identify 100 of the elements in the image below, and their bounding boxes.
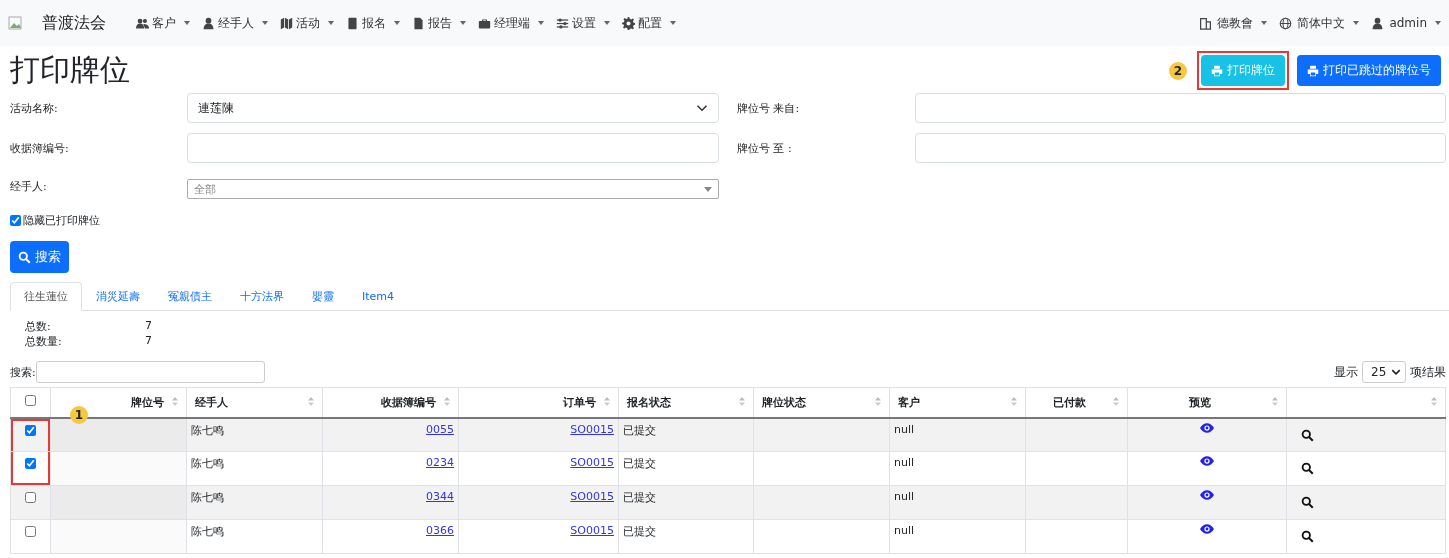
- sort-icon: [172, 397, 178, 406]
- column-header[interactable]: 客户: [889, 387, 1026, 418]
- broken-image-icon: [8, 16, 22, 30]
- person-icon: [1371, 16, 1385, 30]
- table-cell: 已提交: [623, 491, 656, 504]
- chevron-down-icon: [1391, 367, 1401, 377]
- table-cell: null: [894, 456, 915, 469]
- tab[interactable]: 嬰靈: [298, 282, 348, 311]
- column-header[interactable]: [1286, 387, 1446, 418]
- table-link[interactable]: 0366: [426, 524, 454, 537]
- search-icon[interactable]: [1301, 462, 1314, 475]
- page-size-label: 显示: [1334, 363, 1358, 381]
- document-icon: [412, 16, 425, 30]
- tab[interactable]: Item4: [348, 282, 409, 311]
- page-size-select[interactable]: 25: [1362, 361, 1406, 383]
- input-field[interactable]: [915, 133, 1446, 163]
- field-label: 牌位号 至 :: [737, 140, 793, 156]
- nav-menu[interactable]: 客户: [136, 14, 190, 32]
- eye-icon[interactable]: [1200, 422, 1214, 433]
- checkbox-label[interactable]: 隐藏已打印牌位: [23, 213, 100, 228]
- nav-menu[interactable]: 德教會: [1199, 14, 1268, 32]
- column-header[interactable]: 报名状态: [618, 387, 754, 418]
- print-button[interactable]: 打印已跳过的牌位号: [1297, 55, 1441, 86]
- select-field[interactable]: 連莲陳: [187, 93, 719, 123]
- search-field[interactable]: [35, 361, 265, 383]
- row-checkbox[interactable]: [25, 492, 36, 503]
- eye-icon[interactable]: [1200, 490, 1214, 500]
- eye-icon[interactable]: [1200, 524, 1214, 534]
- nav-menu[interactable]: 简体中文: [1279, 14, 1360, 32]
- table-cell: 陈七鸣: [191, 491, 224, 504]
- table-cell: 陈七鸣: [191, 457, 224, 470]
- sort-icon: [1011, 397, 1017, 406]
- printer-icon: [1211, 64, 1223, 77]
- table-cell: 已提交: [623, 457, 656, 470]
- row-checkbox[interactable]: [25, 424, 36, 436]
- field-label: 收据簿编号:: [10, 140, 70, 156]
- total-label: 总数量:: [25, 334, 63, 349]
- nav-menu[interactable]: admin: [1371, 16, 1441, 30]
- tab[interactable]: 往生蓮位: [10, 282, 82, 311]
- column-header[interactable]: 收据簿编号: [322, 387, 459, 418]
- table-link[interactable]: 0344: [426, 490, 454, 503]
- table-cell: 已提交: [623, 423, 656, 437]
- column-header[interactable]: 订单号: [458, 387, 619, 418]
- search-icon[interactable]: [1301, 428, 1314, 442]
- sort-icon: [875, 397, 881, 406]
- sort-icon: [1272, 397, 1278, 406]
- book-icon: [346, 16, 359, 30]
- row-checkbox[interactable]: [25, 526, 36, 537]
- building-icon: [1199, 16, 1213, 30]
- people-icon: [136, 16, 149, 30]
- column-header[interactable]: 经手人: [186, 387, 323, 418]
- field-label: 牌位号 来自:: [737, 100, 801, 116]
- table-link[interactable]: 0055: [426, 422, 454, 436]
- row-checkbox[interactable]: [25, 458, 36, 469]
- eye-icon[interactable]: [1200, 456, 1214, 466]
- total-value: 7: [145, 319, 152, 334]
- table-cell: null: [894, 524, 915, 537]
- printer-icon: [1307, 64, 1319, 77]
- search-button[interactable]: 搜索: [10, 241, 69, 273]
- table-cell: 陈七鸣: [191, 525, 224, 538]
- sliders-icon: [556, 16, 569, 30]
- callout-badge: 2: [1169, 61, 1187, 80]
- nav-menu[interactable]: 报告: [412, 14, 466, 32]
- nav-menu[interactable]: 活动: [280, 14, 334, 32]
- hide-printed-checkbox[interactable]: [10, 215, 21, 226]
- sort-icon: [604, 397, 610, 406]
- tab[interactable]: 十方法界: [226, 282, 298, 311]
- page-size-label: 项结果: [1410, 363, 1446, 381]
- search-icon[interactable]: [1301, 496, 1314, 509]
- table-cell: 陈七鸣: [191, 423, 224, 437]
- input-field[interactable]: [187, 133, 719, 163]
- select-all-checkbox[interactable]: [25, 395, 36, 407]
- table-link[interactable]: SO0015: [570, 524, 614, 537]
- nav-menu[interactable]: 报名: [346, 14, 400, 32]
- tab[interactable]: 消災延壽: [82, 282, 154, 311]
- sort-icon: [739, 397, 745, 406]
- total-value: 7: [145, 334, 152, 349]
- select-field[interactable]: 全部: [187, 179, 719, 199]
- gear-icon: [622, 16, 635, 30]
- page-title: 打印牌位: [10, 51, 130, 89]
- nav-menu[interactable]: 设置: [556, 14, 610, 32]
- field-label: 活动名称:: [10, 100, 59, 116]
- column-header[interactable]: 已付款: [1025, 387, 1128, 418]
- nav-menu[interactable]: 经手人: [202, 14, 268, 32]
- table-link[interactable]: SO0015: [570, 490, 614, 503]
- field-label: 经手人:: [10, 178, 48, 194]
- brand-name[interactable]: 普渡法会: [42, 12, 106, 34]
- briefcase-icon: [478, 16, 491, 30]
- column-header[interactable]: 牌位状态: [753, 387, 890, 418]
- table-link[interactable]: SO0015: [570, 422, 614, 436]
- search-icon[interactable]: [1301, 530, 1314, 543]
- table-link[interactable]: SO0015: [570, 456, 614, 469]
- nav-menu[interactable]: 经理端: [478, 14, 544, 32]
- column-header[interactable]: 预览: [1127, 387, 1287, 418]
- tab[interactable]: 冤親債主: [154, 282, 226, 311]
- callout-badge: 1: [70, 406, 88, 424]
- input-field[interactable]: [915, 93, 1446, 123]
- table-cell: null: [894, 422, 915, 436]
- nav-menu[interactable]: 配置: [622, 14, 676, 32]
- table-link[interactable]: 0234: [426, 456, 454, 469]
